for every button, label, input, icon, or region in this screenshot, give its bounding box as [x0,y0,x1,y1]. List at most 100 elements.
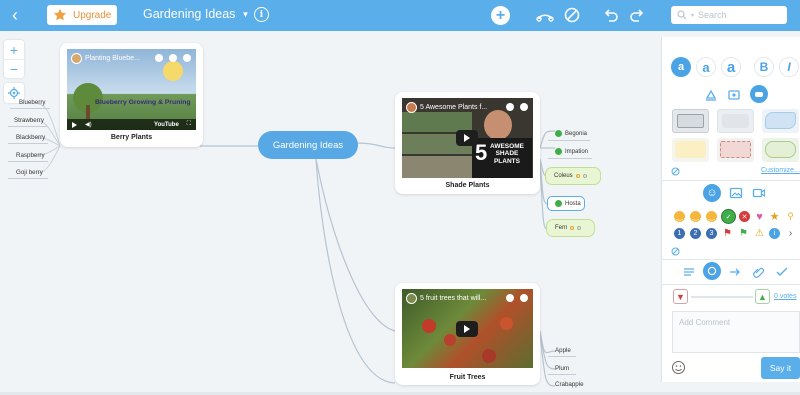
font-btn-label: B [759,60,769,74]
leaf-plum[interactable]: Plum [555,365,569,372]
leaf-crabapple[interactable]: Crabapple [555,381,584,388]
youtube-logo[interactable]: YouTube [154,122,179,128]
bold-button[interactable]: B [754,57,774,77]
font-size-large-button[interactable]: a [721,57,741,77]
red-flag-icon[interactable]: ⚑ [722,228,733,239]
node-shade-plants[interactable]: 5 AWESOME SHADE PLANTS 5 Awesome Plants f.… [395,92,540,194]
star-icon[interactable]: ★ [769,211,780,223]
thumb-words: AWESOME SHADE PLANTS [490,143,524,165]
priority-2-icon[interactable]: 2 [690,228,701,239]
task-check-icon[interactable] [775,265,789,279]
add-node-button[interactable]: + [491,6,510,25]
emoji-picker-icon[interactable] [671,360,686,375]
no-style-icon[interactable] [671,167,680,176]
customize-link[interactable]: Customize... [761,167,800,174]
play-button[interactable] [456,321,478,337]
emoji-tab[interactable]: ☺ [703,184,721,202]
laugh-icon[interactable]: ‿ [706,211,717,222]
shape-blob-blue[interactable] [762,109,799,133]
leaf-begonia[interactable]: Begonia [555,130,587,137]
leaf-hosta[interactable]: Hosta [555,200,581,207]
shape-style-tab[interactable] [750,85,768,103]
shape-rect-light[interactable] [717,109,754,133]
undo-icon[interactable] [602,6,620,24]
shape-dashed-pink[interactable] [717,138,754,162]
leaf-fern[interactable]: Fern [546,219,595,237]
connect-icon[interactable] [536,6,554,24]
back-chevron-icon[interactable]: ‹ [6,5,24,25]
shape-rect-gray[interactable] [672,109,709,133]
no-icon-icon[interactable] [671,247,680,256]
thumbs-up-button[interactable]: ▲ [755,289,770,304]
shape-cloud-green[interactable] [762,138,799,162]
thumbs-down-button[interactable]: ▼ [673,289,688,304]
info-icon[interactable] [183,54,191,62]
shade-video[interactable]: 5 AWESOME SHADE PLANTS 5 Awesome Plants f.… [402,98,533,178]
node-fruit-trees[interactable]: 5 fruit trees that will... Fruit Trees [395,283,540,385]
node-berry-plants[interactable]: Planting Bluebe... Blueberry Growing & P… [60,43,203,147]
info-icon[interactable]: i [254,7,269,22]
watch-later-icon[interactable] [155,54,163,62]
done-check-icon[interactable]: ✓ [721,209,736,224]
leaf-impation[interactable]: Impation [555,148,588,155]
share-icon[interactable] [520,103,528,111]
grin-icon[interactable]: ‿ [690,211,701,222]
redo-icon[interactable] [628,6,646,24]
notes-icon[interactable] [682,265,696,279]
priority-3-icon[interactable]: 3 [706,228,717,239]
say-it-button[interactable]: Say it [761,357,800,379]
priority-label: 3 [709,230,714,237]
priority-1-icon[interactable]: 1 [674,228,685,239]
play-icon[interactable] [72,121,77,128]
leaf-goji-berry[interactable]: Goji berry [16,169,43,176]
attach-icon[interactable] [752,265,766,279]
watch-later-icon[interactable] [506,294,514,302]
font-size-medium-button[interactable]: a [696,57,716,77]
shape-rect-yellow[interactable] [672,138,709,162]
leaf-blueberry[interactable]: Blueberry [19,99,45,106]
chevron-right-icon[interactable]: › [785,228,796,239]
map-title-dropdown[interactable]: Gardening Ideas ▼ [143,7,249,21]
search-input[interactable]: ▾ Search [671,6,787,24]
smile-icon[interactable]: ‿ [674,211,685,222]
arrow-right-icon[interactable] [728,265,742,279]
upgrade-button[interactable]: Upgrade [47,5,117,25]
warning-icon[interactable]: ⚠ [754,228,765,239]
cross-icon[interactable]: ✕ [739,211,750,222]
fill-color-icon[interactable] [704,88,718,102]
comment-tab[interactable] [703,262,721,280]
video-tab-icon[interactable] [752,186,766,200]
leaf-label: Fern [555,225,568,231]
share-icon[interactable] [520,294,528,302]
green-flag-icon[interactable]: ⚑ [738,228,749,239]
votes-link[interactable]: 0 votes [774,293,797,300]
leaf-strawberry[interactable]: Strawberry [14,117,44,124]
panel-divider [661,180,800,181]
berry-video[interactable]: Planting Bluebe... Blueberry Growing & P… [67,49,196,130]
central-topic[interactable]: Gardening Ideas [258,131,358,159]
check-icon [555,148,562,155]
volume-icon[interactable]: ◀) [85,121,92,128]
leaf-raspberry[interactable]: Raspberry [16,152,45,159]
search-icon [677,10,687,20]
node-image-icon[interactable] [727,88,741,102]
info-circle-icon[interactable]: i [769,228,780,239]
no-entry-icon[interactable] [563,6,581,24]
play-icon [464,134,470,142]
play-button[interactable] [456,130,478,146]
shade-plants-label: Shade Plants [445,182,490,189]
image-tab-icon[interactable] [729,186,743,200]
comment-input[interactable]: Add Comment [672,311,800,353]
bulb-icon[interactable]: ⚲ [785,211,796,222]
share-icon[interactable] [169,54,177,62]
fullscreen-icon[interactable]: ⛶ [187,121,196,128]
leaf-label: Coleus [554,173,573,179]
leaf-blackberry[interactable]: Blackberry [16,134,45,141]
fruit-video[interactable]: 5 fruit trees that will... [402,289,533,368]
leaf-coleus[interactable]: Coleus [545,167,601,185]
leaf-apple[interactable]: Apple [555,347,571,354]
italic-button[interactable]: I [779,57,799,77]
font-size-small-button[interactable]: a [671,57,691,77]
heart-icon[interactable]: ♥ [754,211,765,223]
watch-later-icon[interactable] [506,103,514,111]
